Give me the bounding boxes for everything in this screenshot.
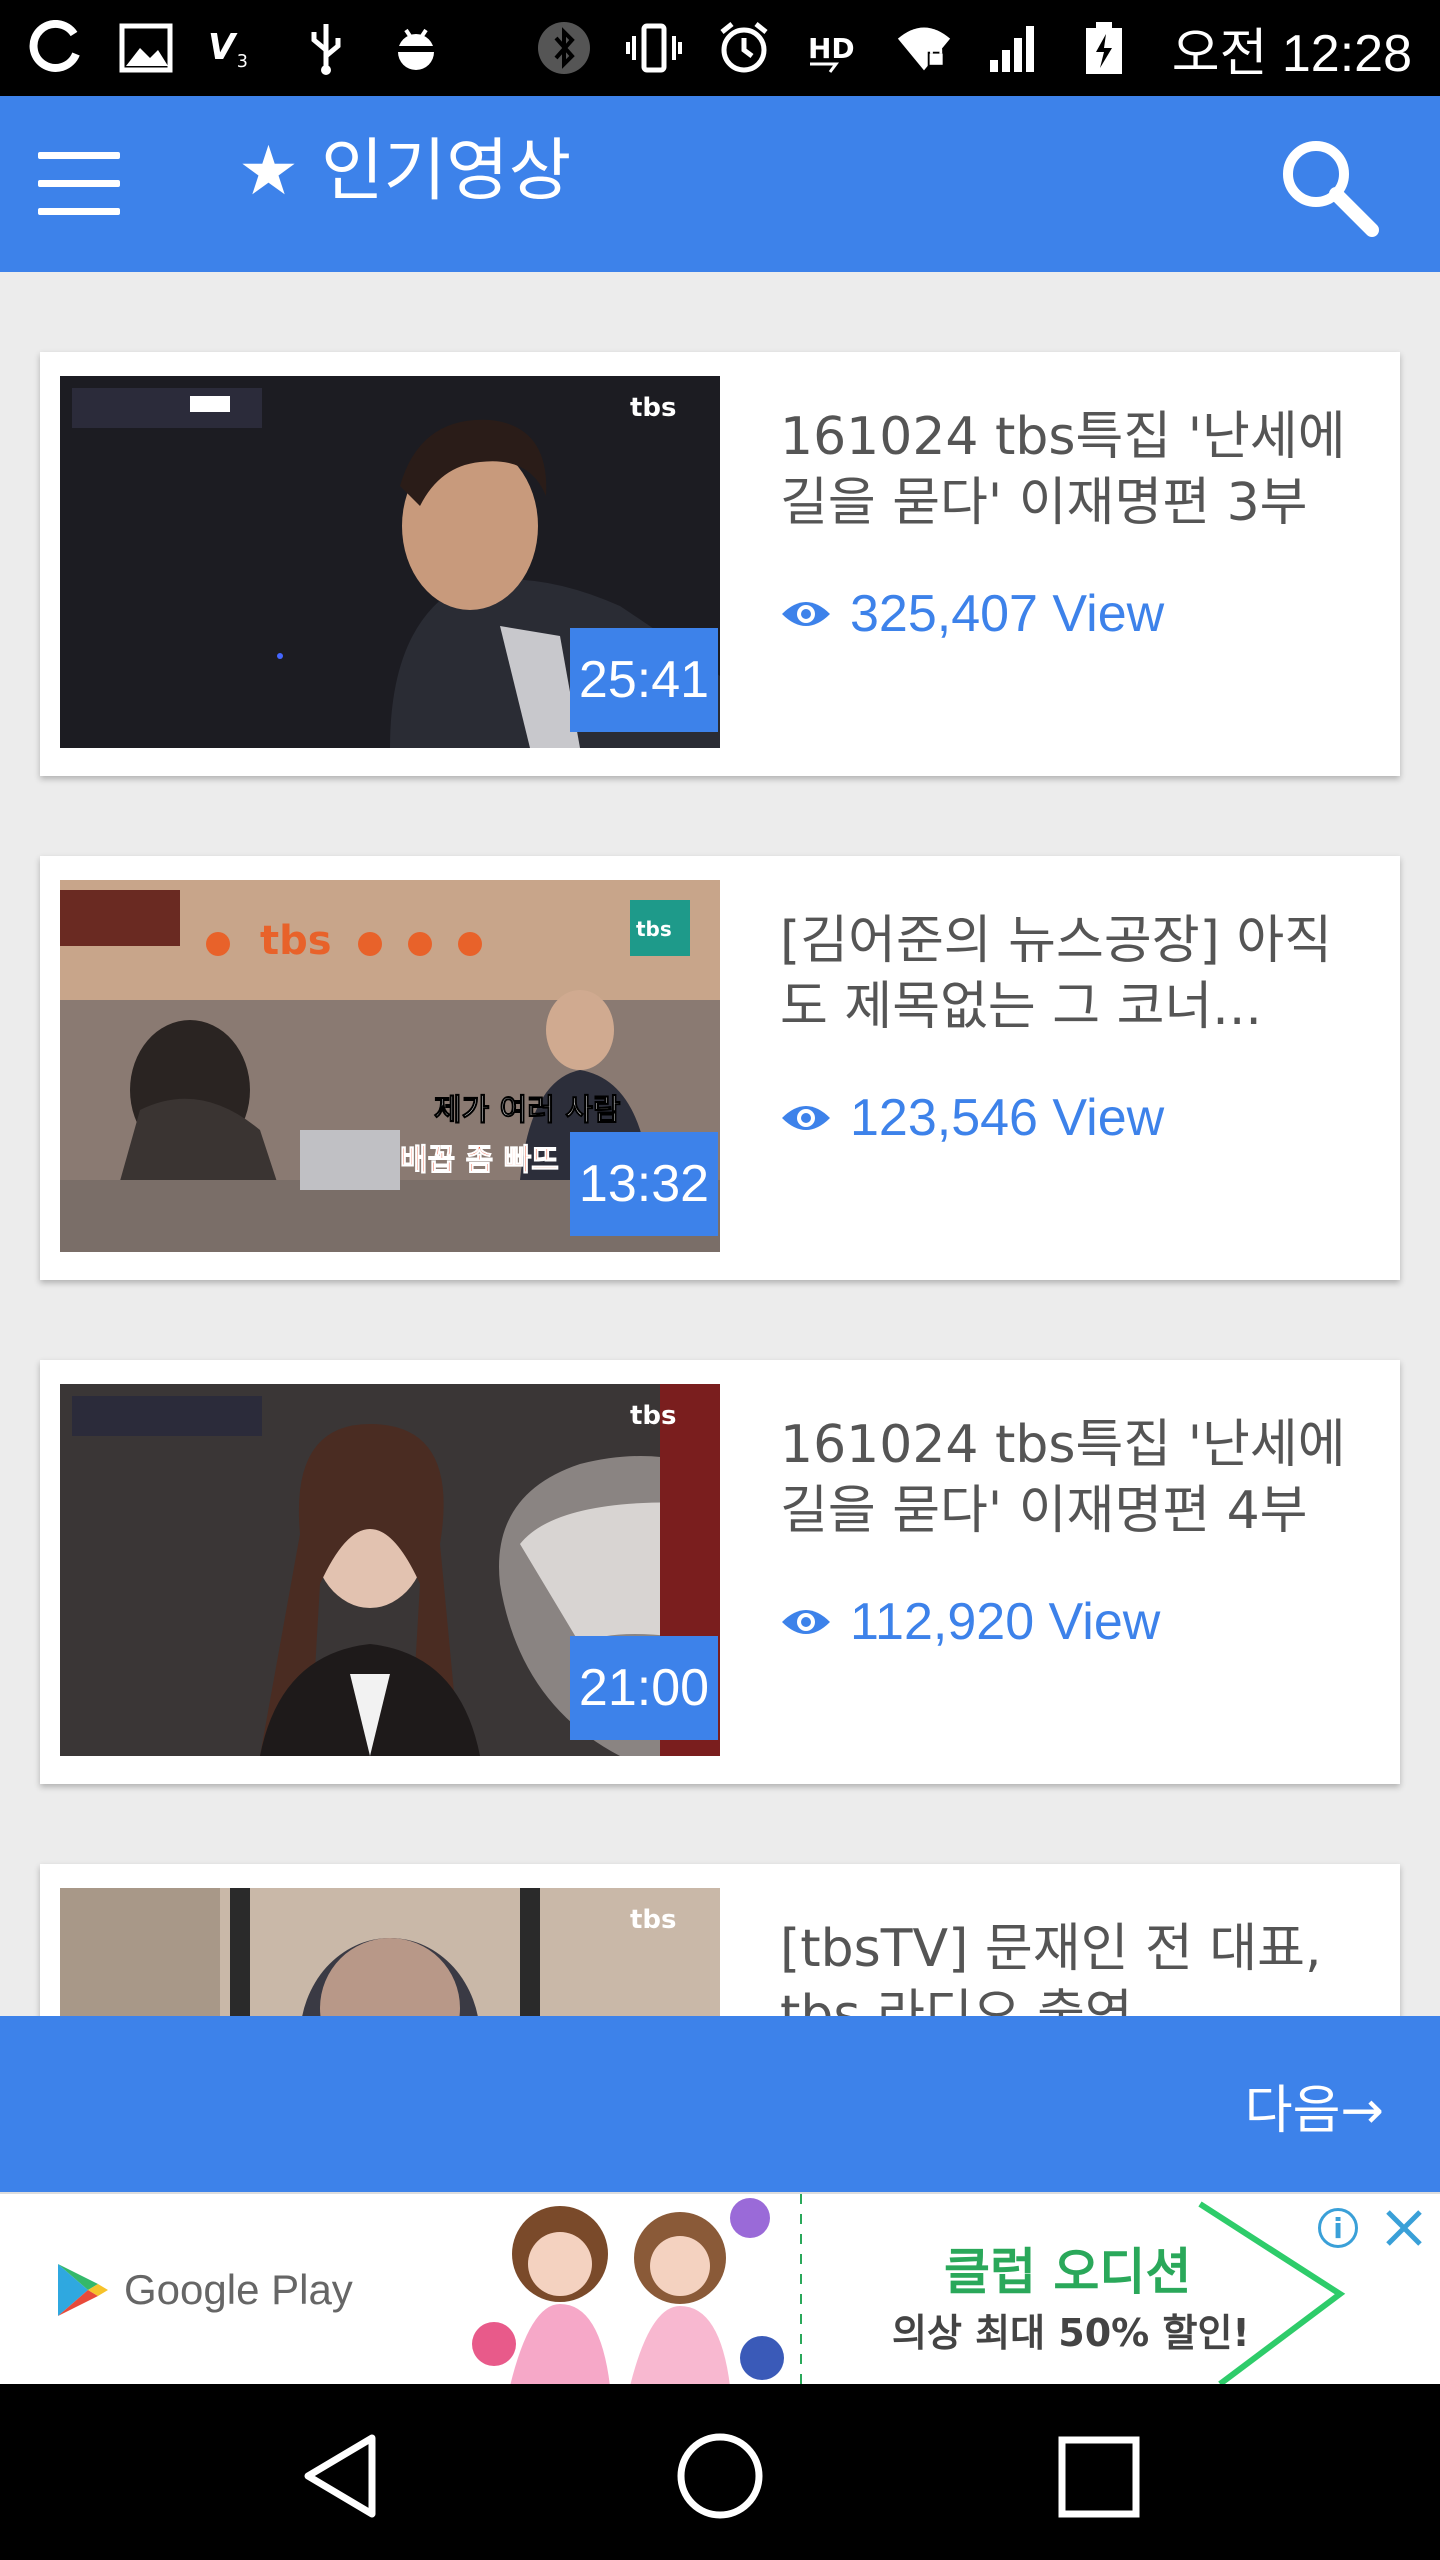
menu-icon[interactable] — [38, 152, 120, 216]
video-title[interactable]: 161024 tbs특집 '난세에 길을 묻다' 이재명편 4부 — [780, 1412, 1370, 1544]
sync-icon — [28, 20, 84, 76]
svg-text:tbs: tbs — [630, 1401, 677, 1431]
system-nav-bar — [0, 2384, 1440, 2560]
ad-info-icon[interactable]: i — [1318, 2208, 1358, 2248]
duration-badge: 21:00 — [570, 1636, 718, 1740]
ad-subline: 의상 최대 50% 할인! — [892, 2311, 1250, 2355]
video-card[interactable]: tbs 21:00 161024 tbs특집 '난세에 길을 묻다' 이재명편 … — [40, 1360, 1400, 1784]
ad-headline: 클럽 오디션 — [944, 2243, 1192, 2301]
svg-text:tbs: tbs — [636, 917, 672, 941]
status-bar: V3 HD 오전 12:28 — [0, 0, 1440, 96]
pagination-bar: 다음→ — [0, 2016, 1440, 2192]
svg-text:제가 여러 사람: 제가 여러 사람 — [434, 1093, 621, 1128]
duration-badge: 13:32 — [570, 1132, 718, 1236]
svg-text:tbs: tbs — [630, 1905, 677, 1935]
usb-icon — [298, 20, 354, 76]
page-title-text: 인기영상 — [320, 132, 572, 211]
eye-icon — [782, 1610, 830, 1634]
video-thumbnail[interactable]: tbs tbs 제가 여러 사람 배꼽 좀 빠뜨 13:32 — [60, 880, 720, 1252]
video-title[interactable]: 161024 tbs특집 '난세에 길을 묻다' 이재명편 3부 — [780, 404, 1370, 536]
page-title: ★ 인기영상 — [238, 138, 571, 206]
image-icon — [118, 20, 174, 76]
svg-text:배꼽 좀 빠뜨: 배꼽 좀 빠뜨 — [400, 1143, 559, 1178]
video-card[interactable]: tbs [tbsTV] 문재인 전 대표, tbs 라디오 출연 — [40, 1864, 1400, 2016]
status-right-icons: HD 오전 12:28 — [536, 11, 1412, 86]
status-left-icons: V3 — [28, 20, 444, 76]
view-count: 123,546 View — [780, 1088, 1164, 1148]
view-count: 325,407 View — [780, 584, 1164, 644]
video-thumbnail[interactable]: tbs 25:41 — [60, 376, 720, 748]
eye-icon — [782, 1106, 830, 1130]
ad-character-art — [470, 2194, 800, 2386]
svg-text:tbs: tbs — [260, 918, 332, 964]
video-thumbnail[interactable]: tbs — [60, 1888, 720, 2016]
video-list[interactable]: tbs 25:41 161024 tbs특집 '난세에 길을 묻다' 이재명편 … — [0, 272, 1440, 2016]
svg-text:3: 3 — [237, 52, 248, 72]
ad-close-icon[interactable] — [1382, 2206, 1426, 2250]
duration-badge: 25:41 — [570, 628, 718, 732]
vibrate-icon — [625, 20, 682, 76]
clock: 오전 12:28 — [1171, 24, 1412, 83]
view-count-text: 325,407 View — [850, 585, 1165, 643]
video-card[interactable]: tbs 25:41 161024 tbs특집 '난세에 길을 묻다' 이재명편 … — [40, 352, 1400, 776]
view-count-text: 112,920 View — [850, 1593, 1161, 1651]
recents-icon[interactable] — [1058, 2436, 1140, 2518]
back-icon[interactable] — [300, 2432, 380, 2520]
app-bar: ★ 인기영상 — [0, 96, 1440, 272]
next-button[interactable]: 다음→ — [1245, 2068, 1384, 2143]
v3-icon: V3 — [208, 20, 264, 76]
hd-icon: HD — [806, 20, 862, 76]
google-play-text: Google Play — [124, 2266, 353, 2313]
bluetooth-icon — [536, 20, 592, 76]
search-icon[interactable] — [1276, 134, 1380, 238]
signal-icon — [986, 20, 1042, 76]
video-title[interactable]: [김어준의 뉴스공장] 아직도 제목없는 그 코너... — [780, 908, 1370, 1040]
svg-text:HD: HD — [808, 32, 855, 65]
ad-banner[interactable]: Google Play 클럽 오디션 의상 최대 50% 할인! i — [0, 2192, 1440, 2386]
google-play-icon — [58, 2264, 108, 2316]
view-count-text: 123,546 View — [850, 1089, 1165, 1147]
android-debug-icon — [388, 20, 444, 76]
video-card[interactable]: tbs tbs 제가 여러 사람 배꼽 좀 빠뜨 13:32 [김어준의 뉴스공… — [40, 856, 1400, 1280]
video-thumbnail[interactable]: tbs 21:00 — [60, 1384, 720, 1756]
video-title[interactable]: [tbsTV] 문재인 전 대표, tbs 라디오 출연 — [780, 1916, 1370, 2016]
home-icon[interactable] — [676, 2432, 764, 2520]
view-count: 112,920 View — [780, 1592, 1160, 1652]
alarm-icon — [716, 20, 772, 76]
svg-text:V: V — [208, 27, 238, 68]
battery-icon — [1076, 20, 1132, 76]
star-icon: ★ — [238, 132, 299, 211]
wifi-icon — [896, 20, 952, 76]
google-play-logo: Google Play — [54, 2260, 353, 2320]
svg-text:tbs: tbs — [630, 393, 677, 423]
eye-icon — [782, 602, 830, 626]
